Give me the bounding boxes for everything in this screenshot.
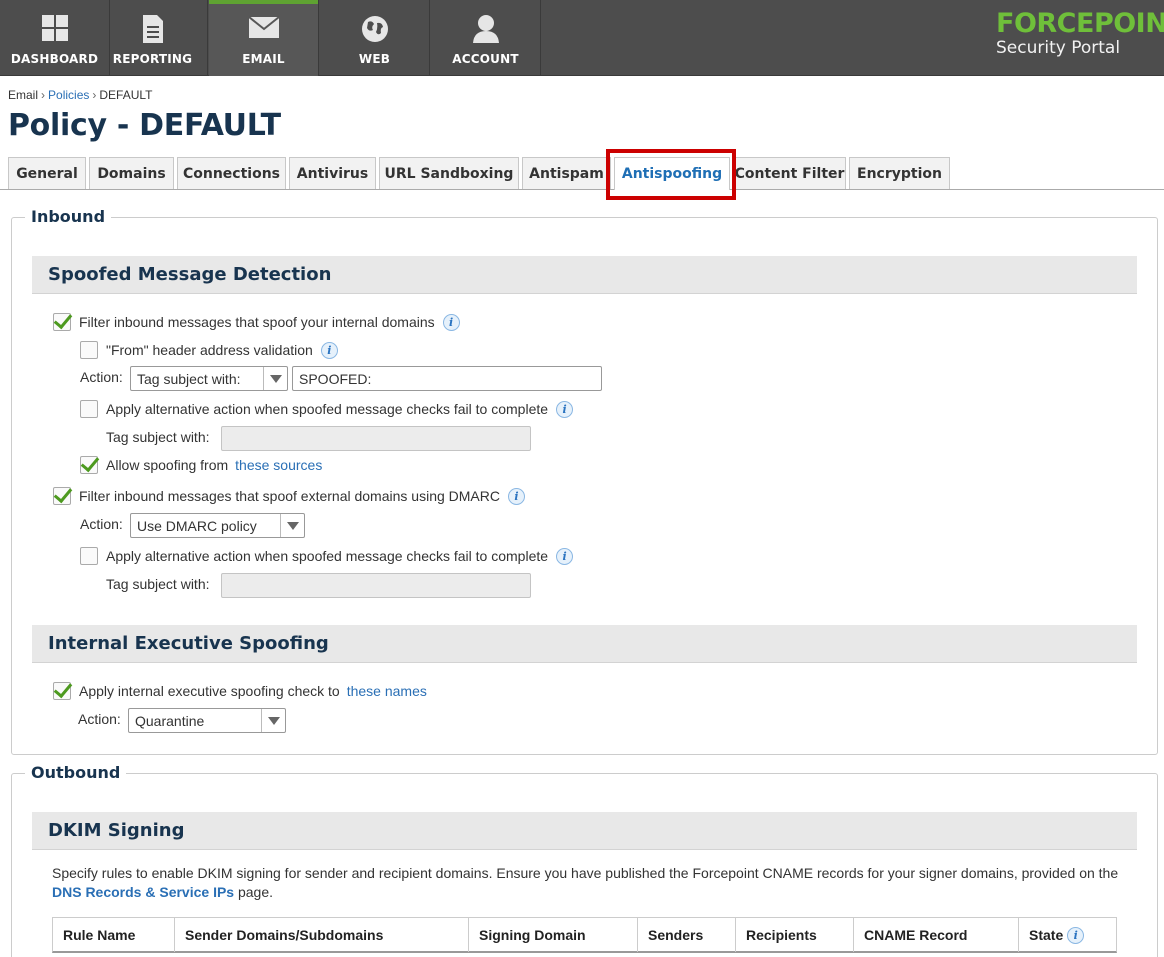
alt-tag-subject-input-2[interactable] (221, 573, 531, 598)
page-title: Policy - DEFAULT (8, 108, 281, 143)
dkim-description: Specify rules to enable DKIM signing for… (52, 864, 1122, 902)
inbound-legend: Inbound (25, 207, 112, 226)
active-tab-highlight (606, 149, 736, 200)
column-header-senders[interactable]: Senders (638, 918, 736, 952)
nav-label: WEB (358, 52, 391, 66)
dmarc-action-label: Action: (80, 516, 123, 532)
tab-general[interactable]: General (8, 157, 86, 189)
info-icon[interactable]: i (556, 547, 574, 565)
nav-reporting[interactable]: REPORTING (98, 0, 208, 76)
alt-tag-subject-input[interactable] (221, 426, 531, 451)
filter-internal-checkbox[interactable] (53, 313, 71, 331)
executive-action-label: Action: (78, 711, 121, 727)
these-sources-link[interactable]: these sources (235, 457, 322, 473)
executive-action-value: Quarantine (135, 712, 205, 729)
tab-url-sandboxing[interactable]: URL Sandboxing (379, 157, 519, 189)
column-header-signing-domain[interactable]: Signing Domain (469, 918, 638, 952)
info-icon[interactable]: i (320, 341, 338, 359)
nav-email[interactable]: EMAIL (209, 0, 319, 76)
dns-records-link[interactable]: DNS Records & Service IPs (52, 884, 234, 900)
dmarc-action-select[interactable]: Use DMARC policy (130, 513, 305, 538)
action-label: Action: (80, 369, 123, 385)
from-header-label: "From" header address validation (106, 342, 313, 358)
filter-internal-row: Filter inbound messages that spoof your … (53, 313, 460, 331)
inbound-fieldset (11, 217, 1158, 755)
executive-check-label: Apply internal executive spoofing check … (79, 683, 340, 699)
internal-executive-spoofing-heading: Internal Executive Spoofing (32, 625, 1137, 663)
chevron-down-icon (263, 367, 287, 390)
breadcrumb-email: Email (8, 88, 39, 102)
dkim-desc-text: Specify rules to enable DKIM signing for… (52, 865, 1119, 881)
tab-content-filter[interactable]: Content Filter (733, 157, 846, 189)
column-header-sender-domains[interactable]: Sender Domains/Subdomains (175, 918, 469, 952)
info-icon[interactable]: i (1067, 926, 1085, 944)
executive-check-row: Apply internal executive spoofing check … (53, 682, 427, 700)
allow-spoofing-row: Allow spoofing from these sources (80, 456, 322, 474)
nav-dashboard[interactable]: DASHBOARD (0, 0, 110, 76)
brand-logo[interactable]: FORCEPOINT Security Portal (996, 8, 1164, 59)
from-header-row: "From" header address validation i (80, 341, 338, 359)
dkim-desc-text-end: page. (237, 884, 274, 900)
info-icon[interactable]: i (442, 313, 460, 331)
info-icon[interactable]: i (507, 487, 525, 505)
filter-external-label: Filter inbound messages that spoof exter… (79, 488, 500, 504)
dashboard-grid-icon (0, 14, 109, 44)
alt-action-label: Apply alternative action when spoofed me… (106, 401, 549, 417)
nav-account[interactable]: ACCOUNT (431, 0, 541, 76)
internal-action-value: Tag subject with: (137, 370, 241, 387)
dkim-signing-heading: DKIM Signing (32, 812, 1137, 850)
chevron-down-icon (261, 709, 285, 732)
brand-subtitle: Security Portal (996, 38, 1121, 58)
globe-icon (320, 14, 429, 44)
tab-domains[interactable]: Domains (89, 157, 174, 189)
nav-label: DASHBOARD (10, 52, 99, 66)
breadcrumb-policies-link[interactable]: Policies (48, 88, 89, 102)
these-names-link[interactable]: these names (347, 683, 427, 699)
filter-external-row: Filter inbound messages that spoof exter… (53, 487, 525, 505)
tag-subject-label-2: Tag subject with: (106, 576, 210, 592)
filter-internal-label: Filter inbound messages that spoof your … (79, 314, 435, 330)
alt-action2-row: Apply alternative action when spoofed me… (80, 547, 574, 565)
tab-encryption[interactable]: Encryption (849, 157, 950, 189)
dmarc-action-value: Use DMARC policy (137, 517, 257, 534)
user-icon (431, 14, 540, 44)
filter-external-checkbox[interactable] (53, 487, 71, 505)
internal-action-select[interactable]: Tag subject with: (130, 366, 288, 391)
tab-antispam[interactable]: Antispam (522, 157, 611, 189)
state-label: State (1029, 927, 1064, 943)
alt-action-row: Apply alternative action when spoofed me… (80, 400, 574, 418)
outbound-legend: Outbound (25, 763, 127, 782)
tab-divider (0, 189, 1164, 190)
breadcrumb: Email › Policies › DEFAULT (8, 88, 153, 102)
allow-spoofing-checkbox[interactable] (80, 456, 98, 474)
tag-subject-label: Tag subject with: (106, 429, 210, 445)
executive-check-checkbox[interactable] (53, 682, 71, 700)
alt-action-checkbox[interactable] (80, 400, 98, 418)
info-icon[interactable]: i (556, 400, 574, 418)
nav-label: REPORTING (112, 52, 193, 66)
nav-label: ACCOUNT (452, 52, 519, 66)
breadcrumb-current: DEFAULT (99, 88, 153, 102)
dkim-table-header: Rule Name Sender Domains/Subdomains Sign… (52, 917, 1117, 953)
brand-name: FORCEPOINT (996, 8, 1164, 39)
nav-label: EMAIL (242, 52, 285, 66)
column-header-recipients[interactable]: Recipients (736, 918, 854, 952)
nav-web[interactable]: WEB (320, 0, 430, 76)
spoofed-message-detection-heading: Spoofed Message Detection (32, 256, 1137, 294)
column-header-rule-name[interactable]: Rule Name (53, 918, 175, 952)
column-header-state[interactable]: State i (1019, 918, 1116, 952)
document-icon (98, 14, 207, 44)
tab-antivirus[interactable]: Antivirus (289, 157, 376, 189)
tag-subject-input[interactable]: SPOOFED: (292, 366, 602, 391)
alt-action2-checkbox[interactable] (80, 547, 98, 565)
column-header-cname-record[interactable]: CNAME Record (854, 918, 1019, 952)
allow-spoofing-label: Allow spoofing from (106, 457, 229, 473)
executive-action-select[interactable]: Quarantine (128, 708, 286, 733)
tab-connections[interactable]: Connections (177, 157, 286, 189)
envelope-icon (209, 14, 318, 44)
top-navigation: DASHBOARD REPORTING EMAIL WEB ACCOUNT FO… (0, 0, 1164, 76)
chevron-down-icon (280, 514, 304, 537)
from-header-checkbox[interactable] (80, 341, 98, 359)
alt-action2-label: Apply alternative action when spoofed me… (106, 548, 549, 564)
